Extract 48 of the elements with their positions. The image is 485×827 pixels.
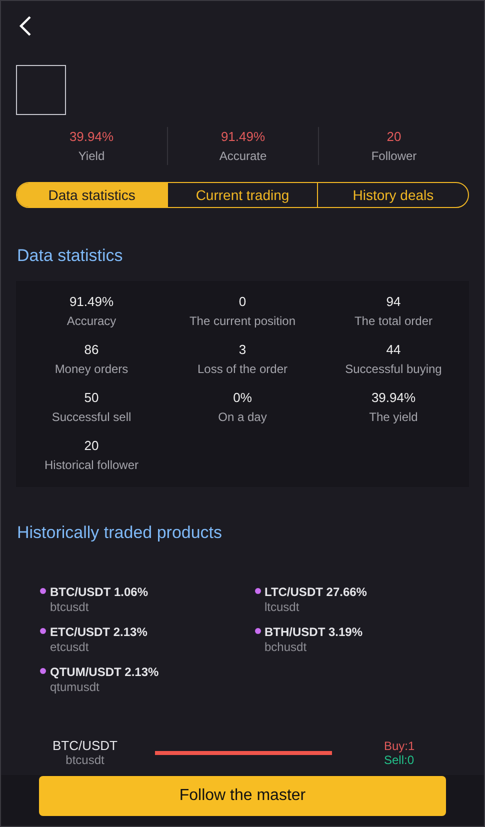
product-code: etcusdt	[50, 640, 90, 654]
section-title: Historically traded products	[17, 523, 224, 543]
product-name: BTC/USDT 1.06%	[50, 585, 148, 599]
stat-label: The yield	[369, 410, 418, 424]
stat-value: 0%	[233, 390, 252, 405]
stat-value: 86	[84, 342, 99, 357]
avatar-placeholder	[16, 65, 66, 115]
stat-label: Accuracy	[66, 314, 116, 328]
stat-value: 94	[386, 294, 401, 309]
summary-label: Accurate	[219, 149, 267, 163]
product-code: btcusdt	[50, 600, 90, 614]
pair-code: btcusdt	[66, 753, 104, 767]
stat-value: 39.94%	[371, 390, 416, 405]
product-code: bchusdt	[264, 640, 308, 654]
product-code: ltcusdt	[264, 600, 300, 614]
stat-label: Money orders	[54, 362, 128, 376]
sell-count: Sell:0	[384, 752, 415, 766]
back-icon[interactable]	[18, 15, 32, 37]
summary-value: 91.49%	[220, 129, 266, 144]
buy-count: Buy:1	[384, 738, 415, 752]
stat-value: 44	[386, 342, 401, 357]
stat-label: Historical follower	[44, 458, 139, 472]
section-title: Data statistics	[17, 246, 124, 266]
stat-value: 3	[238, 342, 246, 357]
pair-name: BTC/USDT	[52, 738, 118, 753]
stat-value: 20	[84, 438, 99, 453]
product-name: QTUM/USDT 2.13%	[50, 665, 159, 679]
stat-value: 0	[238, 294, 246, 309]
product-name: LTC/USDT 27.66%	[264, 585, 367, 599]
stat-value: 91.49%	[69, 294, 114, 309]
stat-label: Successful buying	[345, 362, 442, 376]
summary-value: 39.94%	[69, 129, 114, 144]
tab[interactable]: Data statistics	[17, 183, 167, 207]
stat-label: The total order	[354, 314, 433, 328]
stat-label: Loss of the order	[197, 362, 288, 376]
follow-button[interactable]: Follow the master	[39, 776, 446, 816]
stat-value: 50	[84, 390, 99, 405]
product-name: BTH/USDT 3.19%	[264, 625, 363, 639]
tab[interactable]: Current trading	[166, 183, 318, 207]
product-name: ETC/USDT 2.13%	[50, 625, 148, 639]
summary-label: Yield	[78, 149, 105, 163]
stat-label: On a day	[218, 410, 267, 424]
tab[interactable]: History deals	[317, 183, 468, 207]
stat-label: The current position	[189, 314, 296, 328]
summary-label: Follower	[371, 149, 417, 163]
stat-label: Successful sell	[52, 410, 132, 424]
product-code: qtumusdt	[50, 680, 100, 694]
summary-value: 20	[386, 129, 402, 144]
